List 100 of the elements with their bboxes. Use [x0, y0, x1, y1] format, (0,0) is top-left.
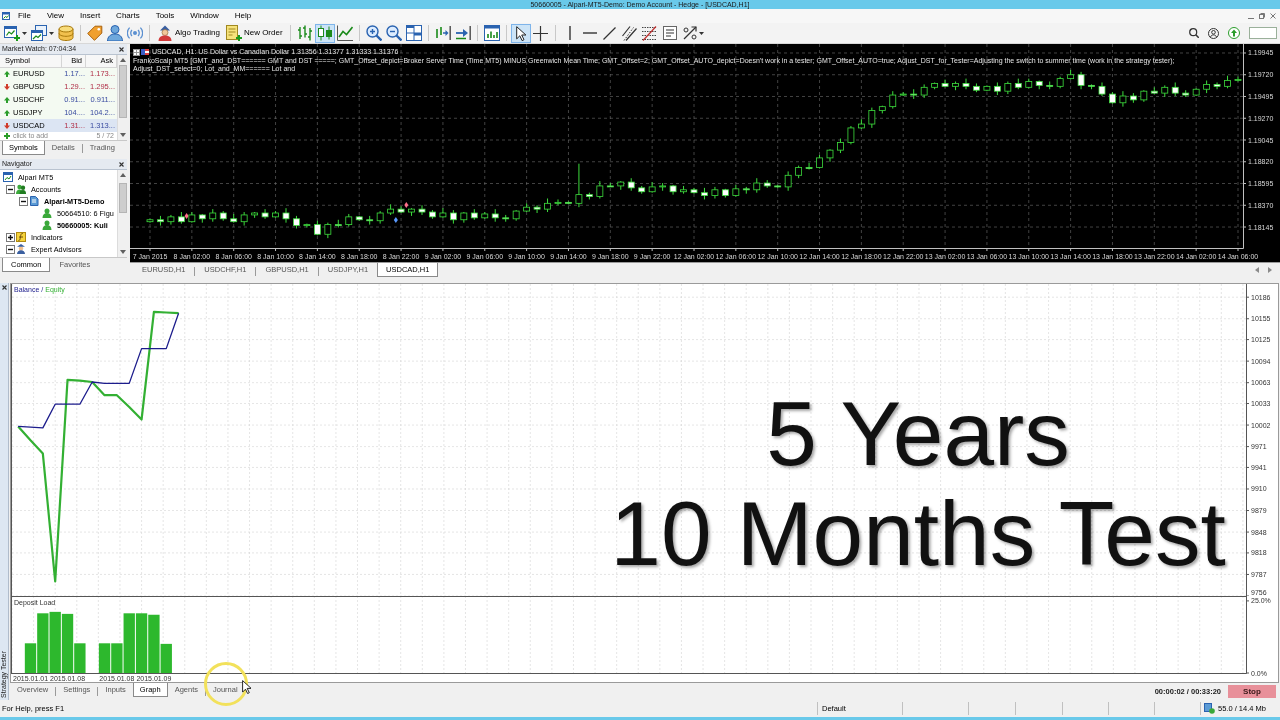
- scroll-up-icon[interactable]: [119, 173, 126, 177]
- collapse-icon[interactable]: [19, 196, 28, 206]
- collapse-icon[interactable]: [6, 244, 15, 254]
- candlestick: [1056, 76, 1064, 89]
- candlestick: [774, 184, 782, 189]
- candlestick: [450, 209, 457, 225]
- bar: [98, 643, 111, 673]
- account-icon[interactable]: [1208, 27, 1219, 39]
- candlestick: [826, 148, 834, 163]
- candlestick: [324, 222, 332, 239]
- candlestick: [816, 154, 823, 170]
- app-icon[interactable]: [2, 12, 10, 20]
- menu-item[interactable]: Charts: [108, 9, 148, 23]
- document-icon: [29, 196, 39, 206]
- close-icon[interactable]: [119, 161, 124, 167]
- candlestick: [1046, 81, 1054, 90]
- candlestick: [1098, 82, 1106, 97]
- vertical-scrollbar[interactable]: [117, 170, 127, 257]
- scrollbar-thumb[interactable]: [118, 183, 127, 213]
- candlestick: [178, 211, 185, 225]
- candlestick: [470, 208, 478, 221]
- candlestick: [429, 209, 436, 220]
- candlestick: [230, 213, 238, 224]
- candlestick: [575, 163, 583, 208]
- candlestick: [931, 82, 938, 90]
- candlestick: [1109, 91, 1116, 105]
- algo-trading-button[interactable]: Algo Trading: [154, 23, 223, 43]
- candlestick: [763, 179, 771, 189]
- candlestick: [690, 187, 698, 195]
- candlestick: [261, 208, 269, 220]
- candlestick: [722, 188, 729, 199]
- scrollbar-thumb[interactable]: [118, 65, 127, 118]
- candlestick: [889, 90, 897, 110]
- menu-item[interactable]: File: [10, 9, 39, 23]
- new-order-button[interactable]: New Order: [222, 23, 286, 43]
- candlestick: [805, 162, 813, 170]
- flag-icon: [141, 49, 149, 55]
- candlestick: [606, 182, 614, 188]
- candlestick: [439, 207, 447, 219]
- search-icon[interactable]: [1189, 28, 1199, 38]
- menu-item[interactable]: Insert: [72, 9, 109, 23]
- candlestick: [397, 205, 405, 214]
- candlestick: [910, 88, 918, 100]
- candlestick: [659, 182, 666, 192]
- candlestick: [376, 210, 384, 225]
- candlestick: [1213, 82, 1221, 90]
- close-icon[interactable]: [119, 46, 124, 52]
- scroll-left-icon[interactable]: [1255, 267, 1259, 273]
- scroll-down-icon[interactable]: [119, 133, 126, 137]
- menu-item[interactable]: Tools: [147, 9, 183, 23]
- function-icon: [16, 232, 26, 242]
- expand-icon[interactable]: [6, 232, 15, 242]
- candlestick: [1192, 87, 1200, 97]
- stop-button[interactable]: Stop: [1228, 685, 1276, 698]
- candlestick: [146, 218, 154, 224]
- new-chart-button[interactable]: [2, 23, 29, 43]
- close-icon[interactable]: [1, 285, 7, 290]
- trade-marker-icon: [404, 202, 409, 208]
- cursor-button[interactable]: [510, 23, 531, 43]
- candlestick: [209, 208, 217, 223]
- candlestick: [366, 215, 374, 226]
- candlestick: [1203, 80, 1210, 94]
- candlestick: [334, 219, 342, 228]
- person-icon: [42, 208, 52, 218]
- candlestick: [240, 211, 248, 227]
- person-icon: [42, 220, 52, 230]
- candlestick: [533, 204, 541, 214]
- candlestick: [878, 105, 886, 114]
- candlestick: [1077, 71, 1085, 90]
- people-icon: [16, 184, 26, 194]
- candlestick: [617, 180, 625, 191]
- vertical-scrollbar[interactable]: [117, 55, 127, 140]
- plus-icon[interactable]: [4, 133, 10, 139]
- profiles-button[interactable]: [29, 23, 56, 43]
- candlestick: [544, 198, 551, 213]
- candlestick: [314, 220, 321, 236]
- candlestick: [1182, 89, 1190, 98]
- candlestick: [272, 210, 279, 219]
- candlestick: [554, 198, 562, 206]
- candlestick: [586, 192, 593, 200]
- restore-icon[interactable]: [1259, 13, 1265, 19]
- candlestick: [408, 207, 415, 217]
- collapse-icon[interactable]: [6, 184, 15, 194]
- overlay-caption: 5 Years: [766, 384, 1070, 484]
- up-arrow-circle-icon[interactable]: [1228, 27, 1240, 39]
- menu-item[interactable]: View: [38, 9, 73, 23]
- candlestick: [512, 209, 520, 222]
- candlestick: [1150, 86, 1158, 95]
- diagonal-arrow-icon: [682, 26, 697, 40]
- menu-item[interactable]: Help: [226, 9, 260, 23]
- candlestick: [742, 186, 750, 195]
- candlestick: [1119, 90, 1127, 108]
- toolbar-input-field[interactable]: [1249, 27, 1277, 39]
- candlestick: [784, 170, 792, 192]
- scroll-up-icon[interactable]: [119, 58, 126, 62]
- candlestick: [1088, 83, 1095, 90]
- candlestick: [596, 180, 604, 199]
- menu-item[interactable]: Window: [182, 9, 227, 23]
- scroll-down-icon[interactable]: [119, 250, 126, 254]
- scroll-right-icon[interactable]: [1268, 267, 1272, 273]
